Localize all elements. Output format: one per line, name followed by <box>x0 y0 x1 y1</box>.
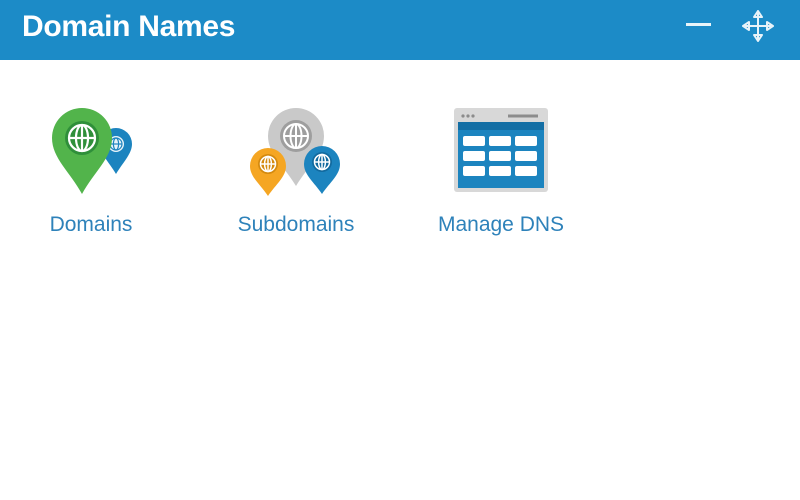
manage-dns-tile[interactable]: Manage DNS <box>416 100 586 250</box>
minimize-button[interactable] <box>678 8 718 48</box>
domains-label: Domains <box>49 213 133 236</box>
subdomains-tile[interactable]: Subdomains <box>211 100 381 250</box>
move-button[interactable] <box>738 8 778 48</box>
manage-dns-label: Manage DNS <box>437 213 565 236</box>
domain-names-panel: Domain Names Domains Subdomains Manage D… <box>0 0 800 500</box>
subdomains-icon <box>211 100 381 200</box>
domains-tile[interactable]: Domains <box>6 100 176 250</box>
subdomains-label: Subdomains <box>237 213 355 236</box>
minimize-icon <box>686 23 711 26</box>
move-icon <box>742 10 774 42</box>
panel-header: Domain Names <box>0 0 800 60</box>
panel-title: Domain Names <box>22 10 236 43</box>
domains-icon <box>6 100 176 200</box>
manage-dns-icon <box>416 100 586 200</box>
